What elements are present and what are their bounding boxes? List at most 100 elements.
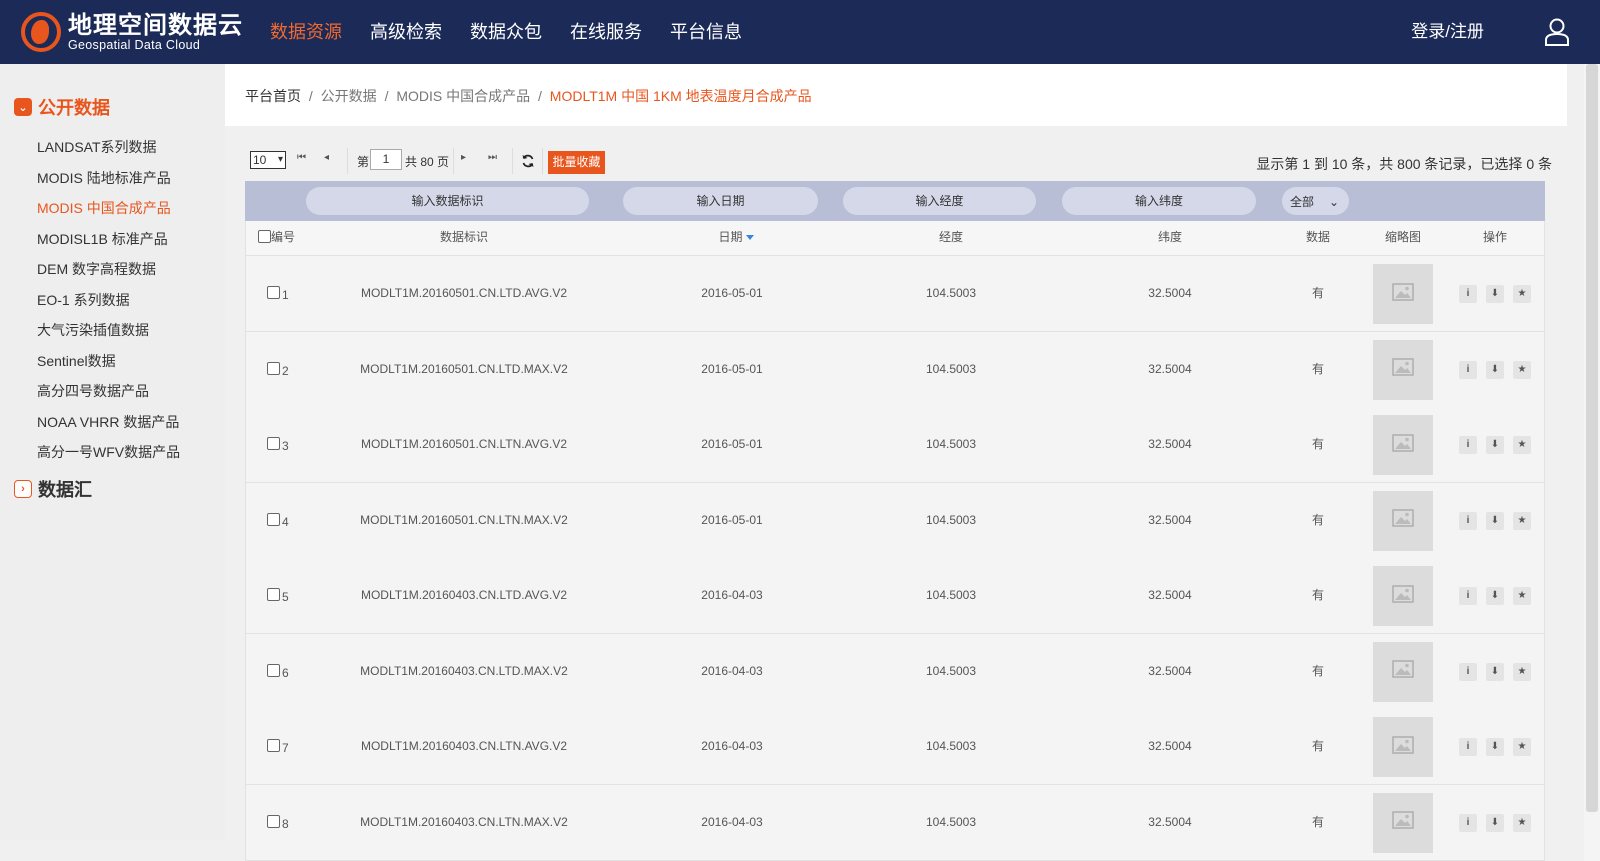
sidebar-item-gf1-wfv[interactable]: 高分一号WFV数据产品: [37, 442, 180, 462]
row-checkbox[interactable]: [267, 739, 280, 752]
star-icon[interactable]: ★: [1513, 587, 1531, 605]
sidebar-item-modisl1b[interactable]: MODISL1B 标准产品: [37, 229, 168, 249]
breadcrumb-home[interactable]: 平台首页: [245, 88, 301, 104]
date-filter-input[interactable]: 输入日期: [623, 187, 818, 215]
sidebar-item-eo1[interactable]: EO-1 系列数据: [37, 290, 130, 310]
download-icon[interactable]: ⬇: [1486, 813, 1504, 832]
star-icon[interactable]: ★: [1513, 662, 1531, 681]
chevron-right-icon: ›: [14, 480, 32, 498]
cell-longitude: 104.5003: [925, 663, 977, 678]
data-availability-select[interactable]: 全部 ⌄: [1282, 187, 1349, 215]
thumbnail[interactable]: [1373, 264, 1433, 324]
info-icon[interactable]: i: [1459, 511, 1477, 530]
cell-longitude: 104.5003: [925, 588, 977, 602]
toolbar-divider: [542, 148, 543, 174]
row-number: 7: [282, 741, 289, 755]
nav-item-advanced-search[interactable]: 高级检索: [356, 0, 456, 64]
info-icon[interactable]: i: [1459, 738, 1477, 756]
cell-data-id: MODLT1M.20160403.CN.LTN.MAX.V2: [360, 814, 568, 829]
star-icon[interactable]: ★: [1513, 813, 1531, 832]
star-icon[interactable]: ★: [1513, 360, 1531, 379]
download-icon[interactable]: ⬇: [1486, 511, 1504, 530]
table-row: 8 MODLT1M.20160403.CN.LTN.MAX.V2 2016-04-0…: [246, 784, 1544, 861]
data-id-filter-input[interactable]: 输入数据标识: [306, 187, 589, 215]
info-icon[interactable]: i: [1459, 587, 1477, 605]
row-checkbox[interactable]: [267, 512, 280, 526]
info-icon[interactable]: i: [1459, 285, 1477, 303]
download-icon[interactable]: ⬇: [1486, 436, 1504, 454]
page-size-select[interactable]: 10: [250, 151, 286, 169]
longitude-filter-input[interactable]: 输入经度: [843, 187, 1036, 215]
cell-data-id: MODLT1M.20160501.CN.LTN.AVG.V2: [360, 437, 568, 451]
cell-latitude: 32.5004: [1148, 437, 1192, 451]
column-header-thumb: 缩略图: [1384, 230, 1421, 244]
refresh-icon[interactable]: [521, 154, 535, 168]
star-icon[interactable]: ★: [1513, 511, 1531, 530]
thumbnail[interactable]: [1373, 641, 1433, 702]
nav-item-data-resources[interactable]: 数据资源: [256, 0, 356, 64]
site-logo[interactable]: 地理空间数据云 Geospatial Data Cloud: [20, 11, 243, 53]
latitude-filter-input[interactable]: 输入纬度: [1062, 187, 1256, 215]
info-icon[interactable]: i: [1459, 662, 1477, 681]
sidebar-item-air-pollution[interactable]: 大气污染插值数据: [37, 320, 149, 340]
cell-data-id: MODLT1M.20160501.CN.LTN.MAX.V2: [360, 512, 568, 527]
cell-data-available: 有: [1311, 814, 1324, 829]
breadcrumb-modis-china[interactable]: MODIS 中国合成产品: [396, 88, 530, 104]
row-number: 3: [282, 439, 289, 453]
star-icon[interactable]: ★: [1513, 738, 1531, 756]
sidebar-category-public-data[interactable]: ⌄ 公开数据: [14, 94, 110, 120]
thumbnail[interactable]: [1373, 566, 1433, 626]
thumbnail[interactable]: [1373, 490, 1433, 551]
info-icon[interactable]: i: [1459, 360, 1477, 379]
image-placeholder-icon: [1392, 584, 1414, 608]
last-page-icon[interactable]: ⏭: [488, 152, 497, 163]
data-availability-value: 全部: [1290, 195, 1315, 209]
sidebar-item-modis-china[interactable]: MODIS 中国合成产品: [37, 198, 171, 218]
star-icon[interactable]: ★: [1513, 436, 1531, 454]
nav-item-crowdsourcing[interactable]: 数据众包: [456, 0, 556, 64]
sidebar-category-data-hub[interactable]: › 数据汇: [14, 476, 92, 502]
cell-latitude: 32.5004: [1148, 663, 1192, 678]
first-page-icon[interactable]: ⏮: [297, 152, 306, 163]
sidebar-item-sentinel[interactable]: Sentinel数据: [37, 351, 116, 371]
info-icon[interactable]: i: [1459, 436, 1477, 454]
thumbnail[interactable]: [1373, 717, 1433, 777]
breadcrumb-public-data[interactable]: 公开数据: [321, 88, 377, 104]
cell-data-available: 有: [1311, 739, 1324, 753]
download-icon[interactable]: ⬇: [1486, 360, 1504, 379]
download-icon[interactable]: ⬇: [1486, 662, 1504, 681]
row-checkbox[interactable]: [267, 361, 280, 375]
scrollbar-thumb[interactable]: [1586, 64, 1598, 812]
sidebar-item-landsat[interactable]: LANDSAT系列数据: [37, 137, 157, 157]
row-checkbox[interactable]: [267, 814, 280, 828]
download-icon[interactable]: ⬇: [1486, 587, 1504, 605]
row-checkbox[interactable]: [267, 437, 280, 450]
prev-page-icon[interactable]: ◂: [324, 152, 329, 163]
star-icon[interactable]: ★: [1513, 285, 1531, 303]
column-header-date[interactable]: 日期: [666, 221, 806, 256]
row-checkbox[interactable]: [267, 588, 280, 601]
thumbnail[interactable]: [1373, 339, 1433, 400]
breadcrumb-separator: /: [538, 88, 542, 104]
download-icon[interactable]: ⬇: [1486, 285, 1504, 303]
sidebar-item-gf4[interactable]: 高分四号数据产品: [37, 381, 149, 401]
cell-longitude: 104.5003: [925, 361, 977, 376]
nav-item-online-services[interactable]: 在线服务: [556, 0, 656, 64]
next-page-icon[interactable]: ▸: [461, 152, 466, 163]
login-register-link[interactable]: 登录/注册: [1411, 0, 1484, 64]
row-checkbox[interactable]: [267, 663, 280, 677]
nav-item-platform-info[interactable]: 平台信息: [656, 0, 756, 64]
cell-data-id: MODLT1M.20160501.CN.LTD.MAX.V2: [360, 361, 568, 376]
sidebar-item-noaa-vhrr[interactable]: NOAA VHRR 数据产品: [37, 412, 179, 432]
batch-favorite-button[interactable]: 批量收藏: [548, 151, 605, 174]
thumbnail[interactable]: [1373, 792, 1433, 853]
row-checkbox[interactable]: [267, 286, 280, 299]
user-icon[interactable]: [1544, 18, 1570, 46]
sidebar-item-modis-land[interactable]: MODIS 陆地标准产品: [37, 168, 171, 188]
thumbnail[interactable]: [1373, 415, 1433, 475]
sidebar-item-dem[interactable]: DEM 数字高程数据: [37, 259, 156, 279]
page-number-input[interactable]: 1: [370, 149, 402, 170]
cell-data-available: 有: [1311, 663, 1324, 678]
info-icon[interactable]: i: [1459, 813, 1477, 832]
download-icon[interactable]: ⬇: [1486, 738, 1504, 756]
